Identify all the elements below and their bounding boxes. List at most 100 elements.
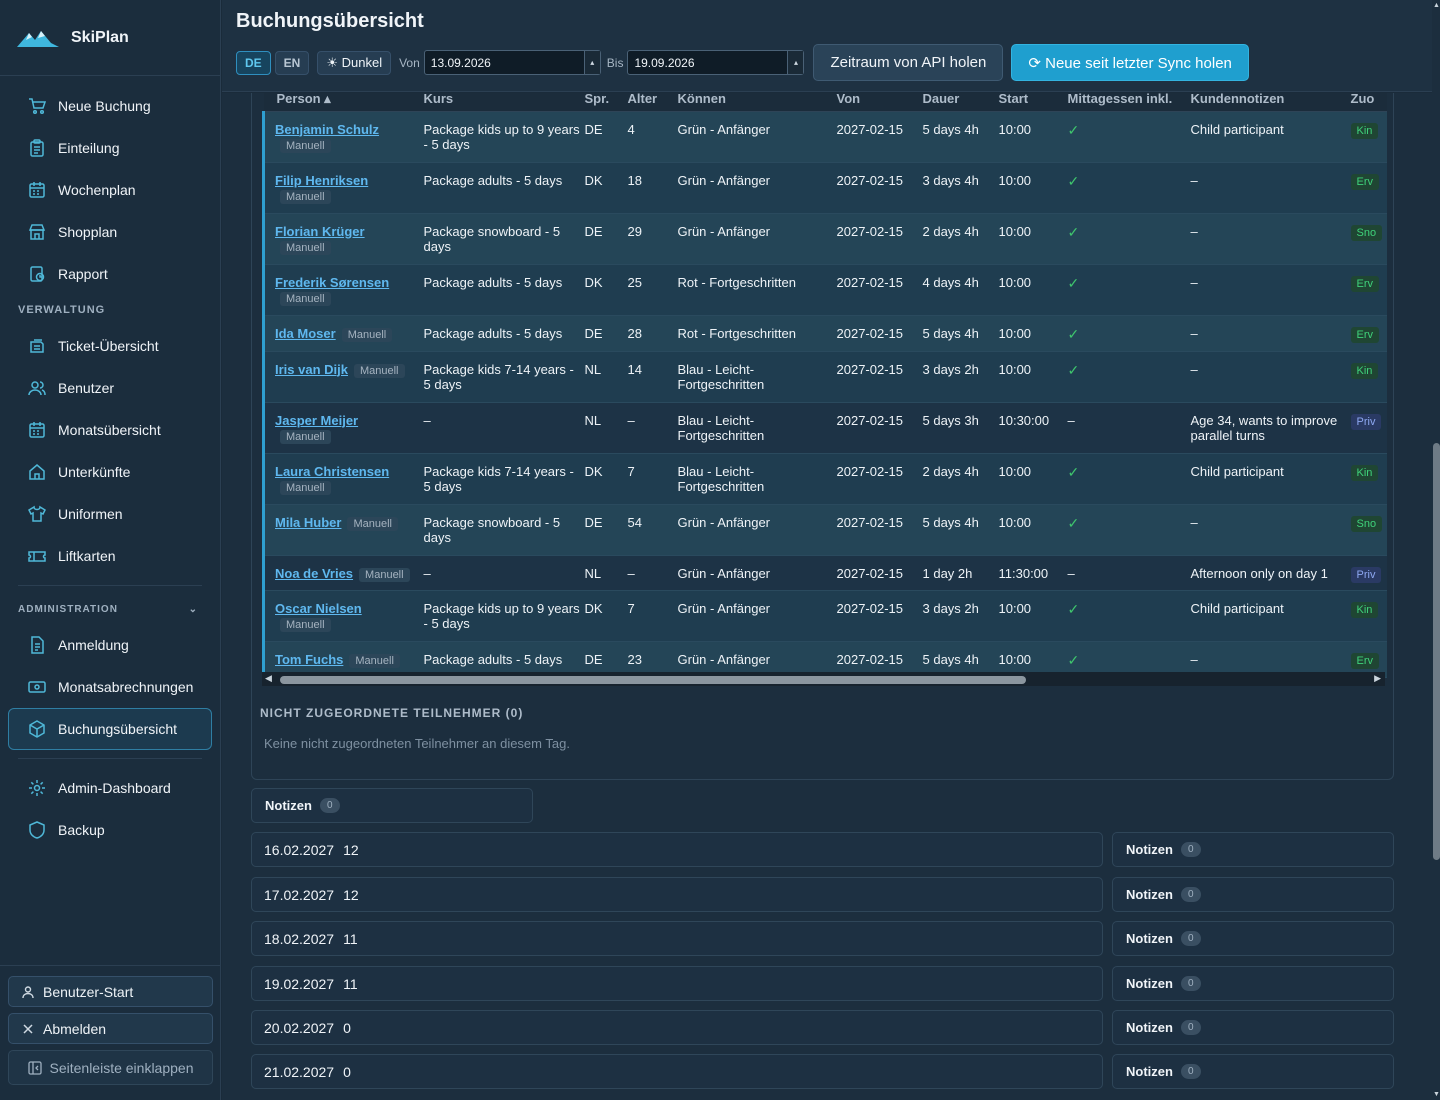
nav-buchungsuebersicht[interactable]: Buchungsübersicht: [8, 708, 212, 750]
day-row[interactable]: 16.02.2027 12: [251, 832, 1103, 867]
lang-en-button[interactable]: EN: [274, 50, 310, 75]
col-spr[interactable]: Spr.: [584, 93, 628, 112]
day-row[interactable]: 21.02.2027 0: [251, 1054, 1103, 1089]
person-link[interactable]: Mila Huber: [275, 515, 341, 530]
nav-label: Neue Buchung: [58, 98, 151, 114]
scroll-right-icon[interactable]: ▶: [1374, 673, 1381, 684]
person-link[interactable]: Frederik Sørensen: [275, 275, 389, 290]
cell-spr: DK: [584, 264, 628, 316]
table-row[interactable]: Mila Huber Manuell Package snowboard - 5 …: [262, 504, 1387, 556]
to-date-input[interactable]: 19.09.2026 ▴: [627, 50, 805, 75]
cell-spr: DK: [584, 453, 628, 505]
col-start[interactable]: Start: [998, 93, 1068, 112]
table-row[interactable]: Frederik Sørensen Manuell Package adults …: [262, 264, 1387, 316]
vertical-scrollbar[interactable]: ▲ ▼: [1432, 0, 1440, 1100]
notes-count-badge: 0: [1180, 931, 1201, 946]
person-link[interactable]: Ida Moser: [275, 326, 336, 341]
person-link[interactable]: Oscar Nielsen: [275, 601, 362, 616]
nav-liftkarten[interactable]: Liftkarten: [8, 535, 212, 577]
scroll-thumb[interactable]: [1433, 443, 1440, 860]
user-start-button[interactable]: Benutzer-Start: [8, 976, 213, 1007]
day-row[interactable]: 20.02.2027 0: [251, 1010, 1103, 1045]
scroll-left-icon[interactable]: ◀: [265, 673, 272, 684]
fetch-range-button[interactable]: Zeitraum von API holen: [813, 44, 1004, 81]
table-row[interactable]: Oscar Nielsen Manuell Package kids up to …: [262, 590, 1387, 642]
lang-de-button[interactable]: DE: [236, 50, 271, 75]
col-von[interactable]: Von: [836, 93, 923, 112]
day-notes-button[interactable]: Notizen 0: [1112, 1010, 1394, 1045]
logout-button[interactable]: Abmelden: [8, 1013, 213, 1044]
notes-label: Notizen: [1126, 976, 1173, 991]
col-koennen[interactable]: Können: [677, 93, 837, 112]
nav-einteilung[interactable]: Einteilung: [8, 127, 212, 169]
nav-shopplan[interactable]: Shopplan: [8, 211, 212, 253]
nav-wochenplan[interactable]: Wochenplan: [8, 169, 212, 211]
day-notes-button[interactable]: Notizen 0: [1112, 921, 1394, 956]
day-row[interactable]: 17.02.2027 12: [251, 877, 1103, 912]
cell-von: 2027-02-15: [836, 351, 923, 403]
cell-kurs: Package snowboard - 5 days: [423, 213, 585, 265]
collapse-sidebar-button[interactable]: Seitenleiste einklappen: [8, 1050, 213, 1085]
col-dauer[interactable]: Dauer: [922, 93, 999, 112]
table-row[interactable]: Jasper Meijer Manuell – NL – Blau - Leich…: [262, 402, 1387, 454]
date-spinner-icon[interactable]: ▴: [583, 51, 600, 74]
theme-toggle-button[interactable]: ☀ Dunkel: [317, 50, 392, 75]
brand[interactable]: SkiPlan: [0, 0, 220, 76]
table-row[interactable]: Noa de Vries Manuell – NL – Grün - Anfäng…: [262, 555, 1387, 591]
scroll-thumb[interactable]: [280, 676, 1026, 684]
from-date-input[interactable]: 13.09.2026 ▴: [423, 50, 601, 75]
person-link[interactable]: Laura Christensen: [275, 464, 389, 479]
day-row[interactable]: 19.02.2027 11: [251, 966, 1103, 1001]
date-spinner-icon[interactable]: ▴: [787, 51, 804, 74]
person-link[interactable]: Iris van Dijk: [275, 362, 348, 377]
nav-ticket-uebersicht[interactable]: Ticket-Übersicht: [8, 325, 212, 367]
manual-tag: Manuell: [280, 480, 331, 495]
col-mittagessen[interactable]: Mittagessen inkl.: [1067, 93, 1191, 112]
person-link[interactable]: Florian Krüger: [275, 224, 365, 239]
horizontal-scrollbar[interactable]: ◀ ▶: [262, 672, 1385, 686]
day-row[interactable]: 18.02.2027 11: [251, 921, 1103, 956]
nav-anmeldung[interactable]: Anmeldung: [8, 624, 212, 666]
nav-monatsabrechnungen[interactable]: Monatsabrechnungen: [8, 666, 212, 708]
cell-dauer: 2 days 4h: [922, 213, 999, 265]
nav-backup[interactable]: Backup: [8, 809, 212, 851]
person-link[interactable]: Jasper Meijer: [275, 413, 358, 428]
nav-monatsuebersicht[interactable]: Monatsübersicht: [8, 409, 212, 451]
col-alter[interactable]: Alter: [627, 93, 678, 112]
day-notes-button[interactable]: Notizen 0: [1112, 1054, 1394, 1089]
person-link[interactable]: Tom Fuchs: [275, 652, 343, 667]
day-notes-button[interactable]: Notizen 0: [1112, 966, 1394, 1001]
sync-new-button[interactable]: ⟳ Neue seit letzter Sync holen: [1011, 44, 1249, 81]
person-link[interactable]: Noa de Vries: [275, 566, 353, 581]
scroll-down-icon[interactable]: ▼: [1433, 1091, 1440, 1098]
nav-unterkuenfte[interactable]: Unterkünfte: [8, 451, 212, 493]
table-row[interactable]: Filip Henriksen Manuell Package adults - …: [262, 162, 1387, 214]
assignment-badge: Kin: [1350, 601, 1379, 618]
section-verwaltung: VERWALTUNG: [18, 304, 106, 316]
table-row[interactable]: Ida Moser Manuell Package adults - 5 days…: [262, 315, 1387, 352]
table-row[interactable]: Laura Christensen Manuell Package kids 7-…: [262, 453, 1387, 505]
manual-tag: Manuell: [280, 429, 331, 444]
nav-admin-dashboard[interactable]: Admin-Dashboard: [8, 767, 212, 809]
manual-tag: Manuell: [280, 617, 331, 632]
table-row[interactable]: Benjamin Schulz Manuell Package kids up t…: [262, 111, 1387, 163]
table-row[interactable]: Florian Krüger Manuell Package snowboard …: [262, 213, 1387, 265]
col-kundennotizen[interactable]: Kundennotizen: [1190, 93, 1351, 112]
col-zuo[interactable]: Zuo: [1350, 93, 1387, 112]
shield-icon: [29, 821, 45, 839]
section-administration[interactable]: ADMINISTRATION ⌄: [0, 594, 220, 624]
day-notes-button[interactable]: Notizen 0: [1112, 877, 1394, 912]
day-notes-button[interactable]: Notizen 0: [1112, 832, 1394, 867]
nav-rapport[interactable]: Rapport: [8, 253, 212, 295]
notes-toggle[interactable]: Notizen 0: [251, 788, 533, 823]
scroll-up-icon[interactable]: ▲: [1433, 2, 1440, 9]
person-link[interactable]: Benjamin Schulz: [275, 122, 379, 137]
col-kurs[interactable]: Kurs: [423, 93, 585, 112]
nav-benutzer[interactable]: Benutzer: [8, 367, 212, 409]
col-person[interactable]: Person ▴: [263, 93, 424, 112]
nav-uniformen[interactable]: Uniformen: [8, 493, 212, 535]
nav-neue-buchung[interactable]: Neue Buchung: [8, 85, 212, 127]
booking-card: Person ▴ Kurs Spr. Alter Können Von Daue…: [251, 93, 1394, 780]
table-row[interactable]: Iris van Dijk Manuell Package kids 7-14 y…: [262, 351, 1387, 403]
person-link[interactable]: Filip Henriksen: [275, 173, 368, 188]
